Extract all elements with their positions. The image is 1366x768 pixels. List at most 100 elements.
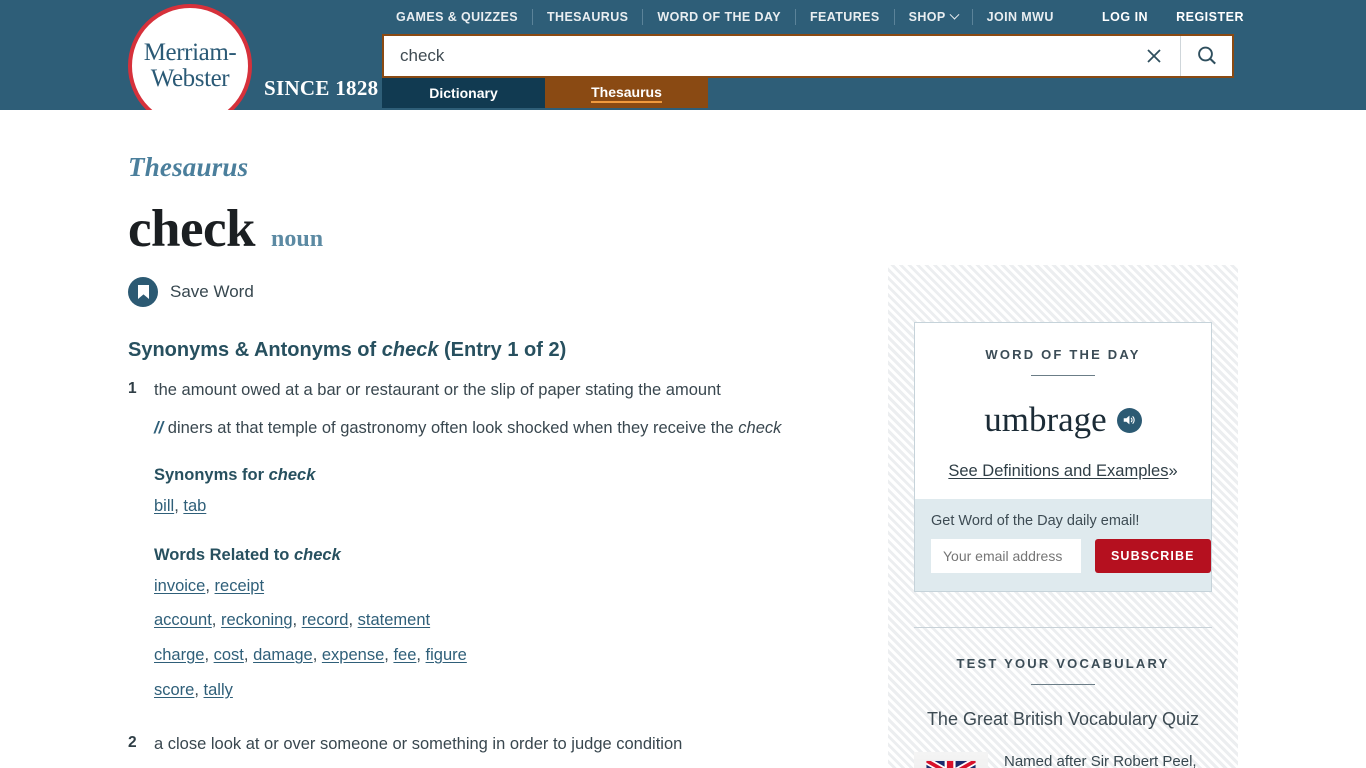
test-your-vocabulary-card: TEST YOUR VOCABULARY The Great British V…	[914, 627, 1212, 768]
link-arrow: »	[1168, 462, 1178, 480]
union-jack-speech-bubble	[926, 760, 976, 768]
nav-item-games-quizzes[interactable]: GAMES & QUIZZES	[382, 10, 532, 24]
nav-item-join-mwu[interactable]: JOIN MWU	[973, 10, 1068, 24]
synonym-link[interactable]: tab	[183, 497, 206, 515]
speaker-glyph	[1123, 415, 1135, 425]
word-of-the-day-word[interactable]: umbrage	[984, 400, 1106, 440]
register-link[interactable]: REGISTER	[1162, 10, 1258, 24]
related-word-link[interactable]: expense	[322, 646, 384, 664]
bookmark-icon	[128, 277, 158, 307]
tab-label: Dictionary	[429, 85, 498, 101]
section-title-prefix: Synonyms & Antonyms of	[128, 339, 382, 361]
related-word-link[interactable]: charge	[154, 646, 204, 664]
sense-block: 1 the amount owed at a bar or restaurant…	[128, 379, 868, 703]
divider	[1031, 684, 1095, 685]
search-input[interactable]	[384, 36, 1128, 76]
example-slashes: //	[154, 419, 164, 438]
magnifying-glass-icon	[1197, 46, 1216, 65]
related-word-link[interactable]: statement	[358, 611, 430, 629]
nav-item-shop[interactable]: SHOP	[895, 9, 972, 24]
list-separator: ,	[205, 576, 215, 595]
related-word-link[interactable]: damage	[253, 646, 313, 664]
nav-label: JOIN MWU	[986, 10, 1054, 24]
quiz-kicker: TEST YOUR VOCABULARY	[956, 656, 1170, 671]
sense-definition: a close look at or over someone or somet…	[154, 735, 683, 754]
synonym-link[interactable]: bill	[154, 497, 174, 515]
synonyms-heading-prefix: Synonyms for	[154, 466, 269, 485]
tab-dictionary[interactable]: Dictionary	[382, 78, 545, 108]
synonyms-heading: Synonyms for check	[154, 466, 868, 485]
save-word-button[interactable]: Save Word	[128, 277, 868, 307]
word-of-the-day-kicker: WORD OF THE DAY	[985, 347, 1141, 362]
login-link[interactable]: LOG IN	[1088, 10, 1162, 24]
nav-item-features[interactable]: FEATURES	[796, 10, 894, 24]
subscribe-button[interactable]: SUBSCRIBE	[1095, 539, 1211, 573]
sense-number: 1	[128, 380, 137, 397]
example-headword: check	[738, 419, 782, 438]
related-word-link[interactable]: score	[154, 681, 194, 699]
list-separator: ,	[416, 646, 426, 665]
logo-line-2: Webster	[150, 65, 230, 92]
nav-item-word-of-the-day[interactable]: WORD OF THE DAY	[643, 10, 795, 24]
related-word-link[interactable]: account	[154, 611, 212, 629]
clear-search-button[interactable]	[1128, 36, 1180, 76]
tab-thesaurus[interactable]: Thesaurus	[545, 78, 708, 108]
list-separator: ,	[348, 611, 358, 630]
email-field[interactable]	[931, 539, 1081, 573]
related-word-link[interactable]: tally	[204, 681, 233, 699]
logo-line-1: Merriam-	[143, 39, 237, 66]
entry-content: Thesaurus check noun Save Word Synonyms …	[128, 152, 868, 768]
list-separator: ,	[211, 611, 221, 630]
nav-label: WORD OF THE DAY	[657, 10, 781, 24]
since-tagline: SINCE 1828	[264, 75, 379, 100]
nav-item-thesaurus[interactable]: THESAURUS	[533, 10, 642, 24]
example-text: diners at that temple of gastronomy ofte…	[167, 419, 739, 438]
search-bar	[382, 34, 1234, 78]
page-body: Thesaurus check noun Save Word Synonyms …	[0, 110, 1366, 768]
list-separator: ,	[312, 646, 322, 665]
related-word-link[interactable]: receipt	[215, 577, 265, 595]
newsletter-prompt: Get Word of the Day daily email!	[931, 513, 1140, 529]
save-word-label: Save Word	[170, 282, 254, 301]
nav-label: THESAURUS	[546, 10, 629, 24]
page-title: check	[128, 200, 256, 258]
related-words-row: charge, cost, damage, expense, fee, figu…	[154, 643, 868, 669]
section-title-suffix: (Entry 1 of 2)	[438, 339, 567, 361]
related-word-link[interactable]: figure	[426, 646, 467, 664]
related-word-link[interactable]: reckoning	[221, 611, 293, 629]
related-word-link[interactable]: invoice	[154, 577, 205, 595]
quiz-question-text: Named after Sir Robert Peel, what are Br…	[1004, 753, 1197, 768]
synonyms-heading-word: check	[268, 466, 316, 485]
related-heading-prefix: Words Related to	[154, 545, 294, 564]
newsletter-signup: Get Word of the Day daily email! SUBSCRI…	[915, 499, 1211, 591]
list-separator: ,	[243, 646, 254, 665]
site-header: Merriam- Webster SINCE 1828 GAMES & QUIZ…	[0, 0, 1366, 128]
search-submit-button[interactable]	[1180, 36, 1232, 76]
sidebar: WORD OF THE DAY umbrage See Definitions …	[888, 265, 1238, 768]
related-heading-word: check	[293, 545, 341, 564]
synonyms-section-title: Synonyms & Antonyms of check (Entry 1 of…	[128, 339, 868, 362]
see-definitions-link[interactable]: See Definitions and Examples	[948, 462, 1168, 480]
synonyms-list: bill, tab	[154, 494, 868, 520]
bookmark-glyph	[137, 284, 149, 299]
quiz-title: The Great British Vocabulary Quiz	[926, 709, 1200, 729]
part-of-speech: noun	[271, 226, 324, 252]
search-scope-tabs: Dictionary Thesaurus	[382, 78, 708, 108]
nav-label: SHOP	[908, 10, 946, 24]
word-of-the-day-link-row: See Definitions and Examples»	[933, 462, 1193, 481]
page-eyebrow: Thesaurus	[128, 152, 249, 182]
related-words-row: invoice, receipt	[154, 574, 868, 600]
section-title-word: check	[381, 339, 439, 361]
word-of-the-day-card: WORD OF THE DAY umbrage See Definitions …	[914, 322, 1212, 592]
related-word-link[interactable]: fee	[393, 646, 416, 664]
sense-example: // diners at that temple of gastronomy o…	[154, 417, 868, 440]
list-separator: ,	[194, 680, 204, 699]
nav-label: FEATURES	[809, 10, 880, 24]
related-word-link[interactable]: record	[302, 611, 349, 629]
account-nav: LOG IN REGISTER	[1088, 8, 1258, 26]
headword-row: check noun	[128, 199, 868, 259]
related-word-link[interactable]: cost	[214, 646, 244, 664]
speaker-icon[interactable]	[1116, 407, 1142, 433]
list-separator: ,	[174, 497, 184, 516]
close-x-icon	[1147, 49, 1161, 63]
